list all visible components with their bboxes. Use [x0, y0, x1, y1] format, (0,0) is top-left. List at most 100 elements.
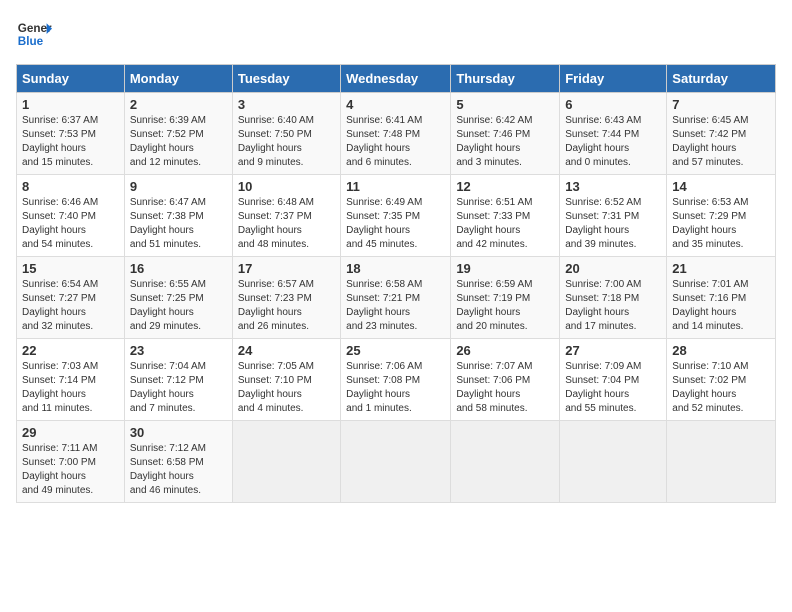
day-info: Sunrise: 6:53 AMSunset: 7:29 PMDaylight … [672, 196, 770, 252]
calendar-week-row: 15 Sunrise: 6:54 AMSunset: 7:27 PMDayligh… [17, 257, 776, 339]
day-info: Sunrise: 7:03 AMSunset: 7:14 PMDaylight … [22, 360, 119, 416]
calendar-header-row: SundayMondayTuesdayWednesdayThursdayFrid… [17, 65, 776, 93]
day-info: Sunrise: 6:58 AMSunset: 7:21 PMDaylight … [346, 278, 445, 334]
calendar-day-cell: 15 Sunrise: 6:54 AMSunset: 7:27 PMDayligh… [17, 257, 125, 339]
day-info: Sunrise: 7:05 AMSunset: 7:10 PMDaylight … [238, 360, 335, 416]
calendar-day-cell: 9 Sunrise: 6:47 AMSunset: 7:38 PMDaylight… [124, 175, 232, 257]
weekday-header: Saturday [667, 65, 776, 93]
day-info: Sunrise: 7:12 AMSunset: 6:58 PMDaylight … [130, 442, 227, 498]
day-number: 8 [22, 179, 119, 194]
day-info: Sunrise: 6:51 AMSunset: 7:33 PMDaylight … [456, 196, 554, 252]
day-info: Sunrise: 6:39 AMSunset: 7:52 PMDaylight … [130, 114, 227, 170]
day-number: 12 [456, 179, 554, 194]
weekday-header: Tuesday [232, 65, 340, 93]
day-info: Sunrise: 7:11 AMSunset: 7:00 PMDaylight … [22, 442, 119, 498]
weekday-header: Friday [560, 65, 667, 93]
day-number: 3 [238, 97, 335, 112]
calendar-day-cell: 16 Sunrise: 6:55 AMSunset: 7:25 PMDayligh… [124, 257, 232, 339]
day-number: 10 [238, 179, 335, 194]
day-info: Sunrise: 7:01 AMSunset: 7:16 PMDaylight … [672, 278, 770, 334]
day-number: 18 [346, 261, 445, 276]
calendar-table: SundayMondayTuesdayWednesdayThursdayFrid… [16, 64, 776, 503]
day-number: 15 [22, 261, 119, 276]
calendar-day-cell: 2 Sunrise: 6:39 AMSunset: 7:52 PMDaylight… [124, 93, 232, 175]
day-number: 25 [346, 343, 445, 358]
svg-text:Blue: Blue [18, 35, 44, 48]
calendar-day-cell: 8 Sunrise: 6:46 AMSunset: 7:40 PMDaylight… [17, 175, 125, 257]
day-number: 2 [130, 97, 227, 112]
weekday-header: Wednesday [341, 65, 451, 93]
calendar-day-cell: 3 Sunrise: 6:40 AMSunset: 7:50 PMDaylight… [232, 93, 340, 175]
day-number: 19 [456, 261, 554, 276]
calendar-day-cell: 4Sunrise: 6:41 AMSunset: 7:48 PMDaylight… [341, 93, 451, 175]
day-number: 6 [565, 97, 661, 112]
calendar-day-cell: 26 Sunrise: 7:07 AMSunset: 7:06 PMDayligh… [451, 339, 560, 421]
day-info: Sunrise: 6:54 AMSunset: 7:27 PMDaylight … [22, 278, 119, 334]
day-info: Sunrise: 6:47 AMSunset: 7:38 PMDaylight … [130, 196, 227, 252]
calendar-day-cell: 22 Sunrise: 7:03 AMSunset: 7:14 PMDayligh… [17, 339, 125, 421]
day-info: Sunrise: 6:37 AMSunset: 7:53 PMDaylight … [22, 114, 119, 170]
calendar-week-row: 1Sunrise: 6:37 AMSunset: 7:53 PMDaylight… [17, 93, 776, 175]
day-info: Sunrise: 6:45 AMSunset: 7:42 PMDaylight … [672, 114, 770, 170]
weekday-header: Sunday [17, 65, 125, 93]
calendar-body: 1Sunrise: 6:37 AMSunset: 7:53 PMDaylight… [17, 93, 776, 503]
day-number: 11 [346, 179, 445, 194]
calendar-day-cell: 24 Sunrise: 7:05 AMSunset: 7:10 PMDayligh… [232, 339, 340, 421]
calendar-week-row: 22 Sunrise: 7:03 AMSunset: 7:14 PMDayligh… [17, 339, 776, 421]
calendar-day-cell: 1Sunrise: 6:37 AMSunset: 7:53 PMDaylight… [17, 93, 125, 175]
day-number: 16 [130, 261, 227, 276]
calendar-day-cell: 20 Sunrise: 7:00 AMSunset: 7:18 PMDayligh… [560, 257, 667, 339]
day-number: 20 [565, 261, 661, 276]
calendar-day-cell [560, 421, 667, 503]
weekday-header: Thursday [451, 65, 560, 93]
day-number: 23 [130, 343, 227, 358]
calendar-day-cell: 6 Sunrise: 6:43 AMSunset: 7:44 PMDaylight… [560, 93, 667, 175]
calendar-day-cell: 30 Sunrise: 7:12 AMSunset: 6:58 PMDayligh… [124, 421, 232, 503]
day-info: Sunrise: 6:57 AMSunset: 7:23 PMDaylight … [238, 278, 335, 334]
weekday-header: Monday [124, 65, 232, 93]
day-number: 24 [238, 343, 335, 358]
day-number: 30 [130, 425, 227, 440]
day-info: Sunrise: 6:55 AMSunset: 7:25 PMDaylight … [130, 278, 227, 334]
day-info: Sunrise: 6:49 AMSunset: 7:35 PMDaylight … [346, 196, 445, 252]
day-number: 21 [672, 261, 770, 276]
calendar-day-cell: 25 Sunrise: 7:06 AMSunset: 7:08 PMDayligh… [341, 339, 451, 421]
day-info: Sunrise: 7:10 AMSunset: 7:02 PMDaylight … [672, 360, 770, 416]
calendar-day-cell: 29Sunrise: 7:11 AMSunset: 7:00 PMDayligh… [17, 421, 125, 503]
day-number: 26 [456, 343, 554, 358]
calendar-day-cell: 19Sunrise: 6:59 AMSunset: 7:19 PMDayligh… [451, 257, 560, 339]
day-info: Sunrise: 7:00 AMSunset: 7:18 PMDaylight … [565, 278, 661, 334]
day-info: Sunrise: 7:07 AMSunset: 7:06 PMDaylight … [456, 360, 554, 416]
calendar-day-cell: 5 Sunrise: 6:42 AMSunset: 7:46 PMDaylight… [451, 93, 560, 175]
day-number: 5 [456, 97, 554, 112]
calendar-day-cell: 21 Sunrise: 7:01 AMSunset: 7:16 PMDayligh… [667, 257, 776, 339]
day-info: Sunrise: 6:40 AMSunset: 7:50 PMDaylight … [238, 114, 335, 170]
calendar-day-cell: 10 Sunrise: 6:48 AMSunset: 7:37 PMDayligh… [232, 175, 340, 257]
day-info: Sunrise: 6:43 AMSunset: 7:44 PMDaylight … [565, 114, 661, 170]
day-info: Sunrise: 6:52 AMSunset: 7:31 PMDaylight … [565, 196, 661, 252]
calendar-day-cell: 7Sunrise: 6:45 AMSunset: 7:42 PMDaylight… [667, 93, 776, 175]
calendar-week-row: 29Sunrise: 7:11 AMSunset: 7:00 PMDayligh… [17, 421, 776, 503]
day-number: 27 [565, 343, 661, 358]
calendar-day-cell: 11 Sunrise: 6:49 AMSunset: 7:35 PMDayligh… [341, 175, 451, 257]
day-info: Sunrise: 6:42 AMSunset: 7:46 PMDaylight … [456, 114, 554, 170]
day-info: Sunrise: 7:09 AMSunset: 7:04 PMDaylight … [565, 360, 661, 416]
calendar-day-cell [667, 421, 776, 503]
calendar-day-cell: 27 Sunrise: 7:09 AMSunset: 7:04 PMDayligh… [560, 339, 667, 421]
day-info: Sunrise: 6:41 AMSunset: 7:48 PMDaylight … [346, 114, 445, 170]
calendar-day-cell [341, 421, 451, 503]
day-info: Sunrise: 6:48 AMSunset: 7:37 PMDaylight … [238, 196, 335, 252]
day-number: 22 [22, 343, 119, 358]
calendar-day-cell: 28Sunrise: 7:10 AMSunset: 7:02 PMDayligh… [667, 339, 776, 421]
calendar-day-cell: 18 Sunrise: 6:58 AMSunset: 7:21 PMDayligh… [341, 257, 451, 339]
calendar-day-cell: 13 Sunrise: 6:52 AMSunset: 7:31 PMDayligh… [560, 175, 667, 257]
calendar-day-cell: 23 Sunrise: 7:04 AMSunset: 7:12 PMDayligh… [124, 339, 232, 421]
logo-icon: General Blue [16, 16, 52, 52]
day-info: Sunrise: 6:46 AMSunset: 7:40 PMDaylight … [22, 196, 119, 252]
day-number: 9 [130, 179, 227, 194]
day-info: Sunrise: 7:04 AMSunset: 7:12 PMDaylight … [130, 360, 227, 416]
day-number: 14 [672, 179, 770, 194]
day-info: Sunrise: 7:06 AMSunset: 7:08 PMDaylight … [346, 360, 445, 416]
day-number: 13 [565, 179, 661, 194]
calendar-day-cell [451, 421, 560, 503]
